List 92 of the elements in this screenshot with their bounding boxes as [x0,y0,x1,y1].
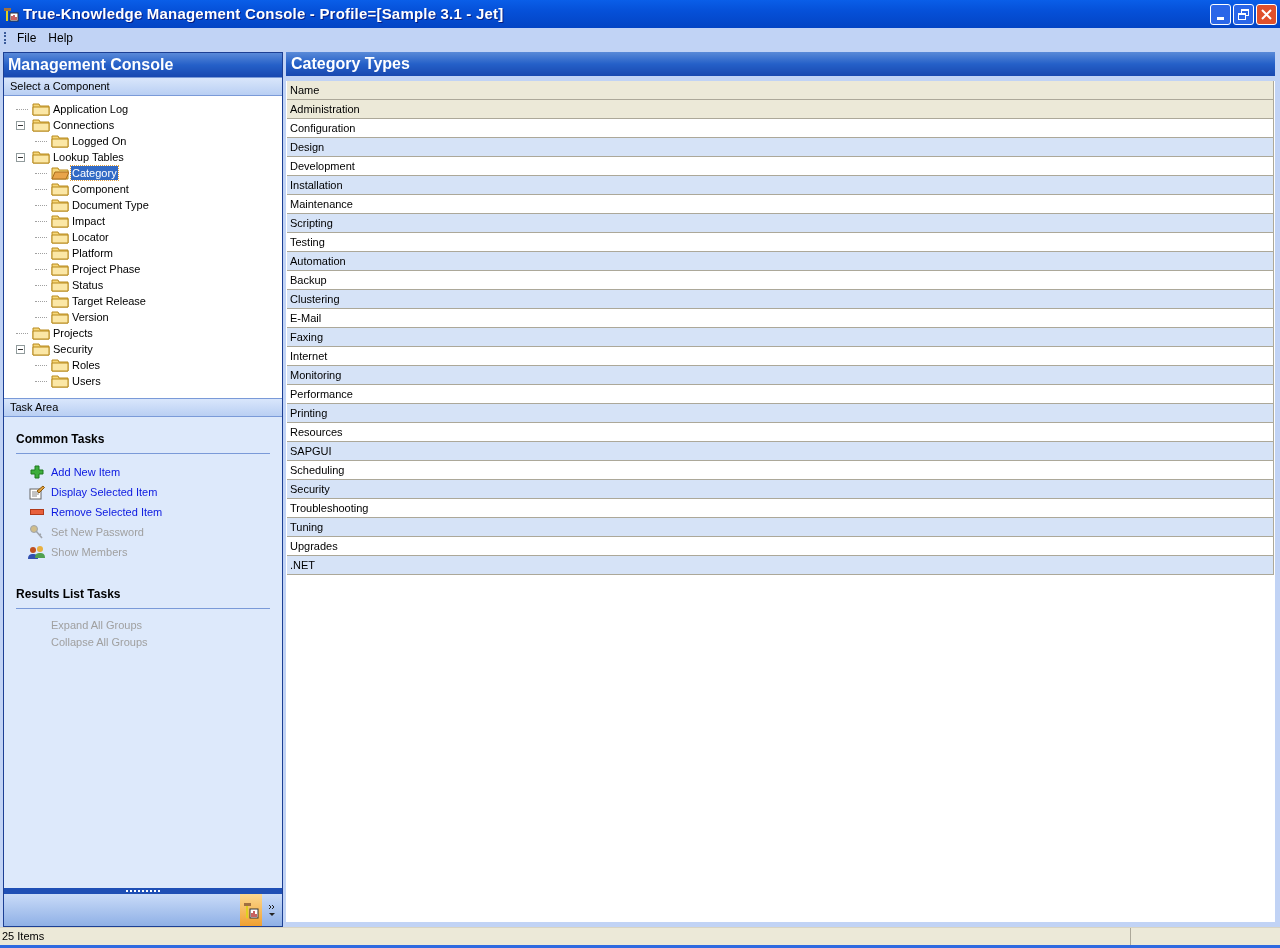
table-row[interactable]: .NET [287,556,1274,575]
task-link[interactable]: Display Selected Item [51,483,158,501]
tree-item[interactable]: Lookup Tables [52,150,125,164]
folder-icon [51,230,69,244]
table-row[interactable]: Automation [287,252,1274,271]
table-row[interactable]: Tuning [287,518,1274,537]
tree-item[interactable]: Roles [71,358,102,372]
table-row[interactable]: E-Mail [287,309,1274,328]
open-folder-icon [51,166,69,180]
minimize-button[interactable] [1210,3,1231,25]
table-row[interactable]: Design [287,138,1274,157]
restore-button[interactable] [1233,3,1254,25]
tree-item[interactable]: Connections [52,118,116,132]
folder-icon [51,310,69,324]
folder-icon [32,326,50,340]
window-title: True-Knowledge Management Console - Profile=[Sample 3.1 - Jet] [23,3,504,24]
navigation-button[interactable] [240,894,262,926]
tree-item[interactable]: Component [71,182,130,196]
table-row[interactable]: Installation [287,176,1274,195]
tree-item[interactable]: Users [71,374,102,388]
document-pencil-icon [28,484,45,500]
table-row[interactable]: Troubleshooting [287,499,1274,518]
hammer-chart-icon [243,901,259,919]
folder-icon [51,278,69,292]
content-title: Category Types [291,54,410,74]
tree-item[interactable]: Category [71,166,118,180]
folder-icon [51,246,69,260]
tree-item[interactable]: Project Phase [71,262,142,276]
close-icon [1261,8,1272,20]
status-text: 25 Items [1,929,46,945]
section-title: Task Area [10,400,59,416]
users-icon [28,544,45,560]
table-row[interactable]: SAPGUI [287,442,1274,461]
tree-item[interactable]: Target Release [71,294,147,308]
table-row[interactable]: Testing [287,233,1274,252]
folder-icon [51,214,69,228]
plus-icon [29,465,44,479]
table-row[interactable]: Clustering [287,290,1274,309]
folder-icon [51,294,69,308]
minus-icon [29,509,44,515]
hammer-chart-icon [3,6,19,22]
table-row[interactable]: Backup [287,271,1274,290]
folder-icon [32,102,50,116]
task-link[interactable]: Add New Item [51,463,121,481]
menu-item[interactable]: File [16,29,38,47]
table-row[interactable]: Scripting [287,214,1274,233]
tree-item[interactable]: Security [52,342,94,356]
table-row[interactable]: Printing [287,404,1274,423]
table-row[interactable]: Development [287,157,1274,176]
tree-item[interactable]: Status [71,278,105,292]
tree-item[interactable]: Application Log [52,102,130,116]
table-row[interactable]: Performance [287,385,1274,404]
splitter-handle[interactable] [4,888,282,894]
task-group-title: Results List Tasks [16,585,270,609]
table-row[interactable]: Scheduling [287,461,1274,480]
folder-icon [51,358,69,372]
collapse-toggle[interactable] [16,152,25,162]
table-row[interactable]: Maintenance [287,195,1274,214]
collapse-toggle[interactable] [16,120,25,130]
folder-icon [51,134,69,148]
table-row[interactable]: Faxing [287,328,1274,347]
section-title: Select a Component [10,79,110,95]
tree-item[interactable]: Impact [71,214,106,228]
table-row[interactable]: Resources [287,423,1274,442]
folder-icon [32,150,50,164]
task-link[interactable]: Remove Selected Item [51,503,163,521]
table-row[interactable]: Upgrades [287,537,1274,556]
tree-item[interactable]: Locator [71,230,110,244]
folder-icon [51,262,69,276]
folder-icon [51,198,69,212]
tree-item[interactable]: Platform [71,246,114,260]
folder-icon [51,374,69,388]
tree-item[interactable]: Document Type [71,198,150,212]
column-header[interactable]: Name [287,81,1274,100]
folder-icon [32,342,50,356]
task-group-title: Common Tasks [16,430,270,454]
folder-icon [51,182,69,196]
tree-item[interactable]: Version [71,310,110,324]
table-row[interactable]: Administration [287,100,1274,119]
table-row[interactable]: Monitoring [287,366,1274,385]
table-row[interactable]: Configuration [287,119,1274,138]
table-row[interactable]: Security [287,480,1274,499]
keys-icon [29,524,44,540]
collapse-toggle[interactable] [16,344,25,354]
menu-item[interactable]: Help [47,29,75,47]
tree-item[interactable]: Logged On [71,134,128,148]
table-row[interactable]: Internet [287,347,1274,366]
folder-icon [32,118,50,132]
panel-title: Management Console [8,55,174,75]
tree-item[interactable]: Projects [52,326,94,340]
chevron-double-icon [268,904,276,916]
close-button[interactable] [1256,3,1277,25]
